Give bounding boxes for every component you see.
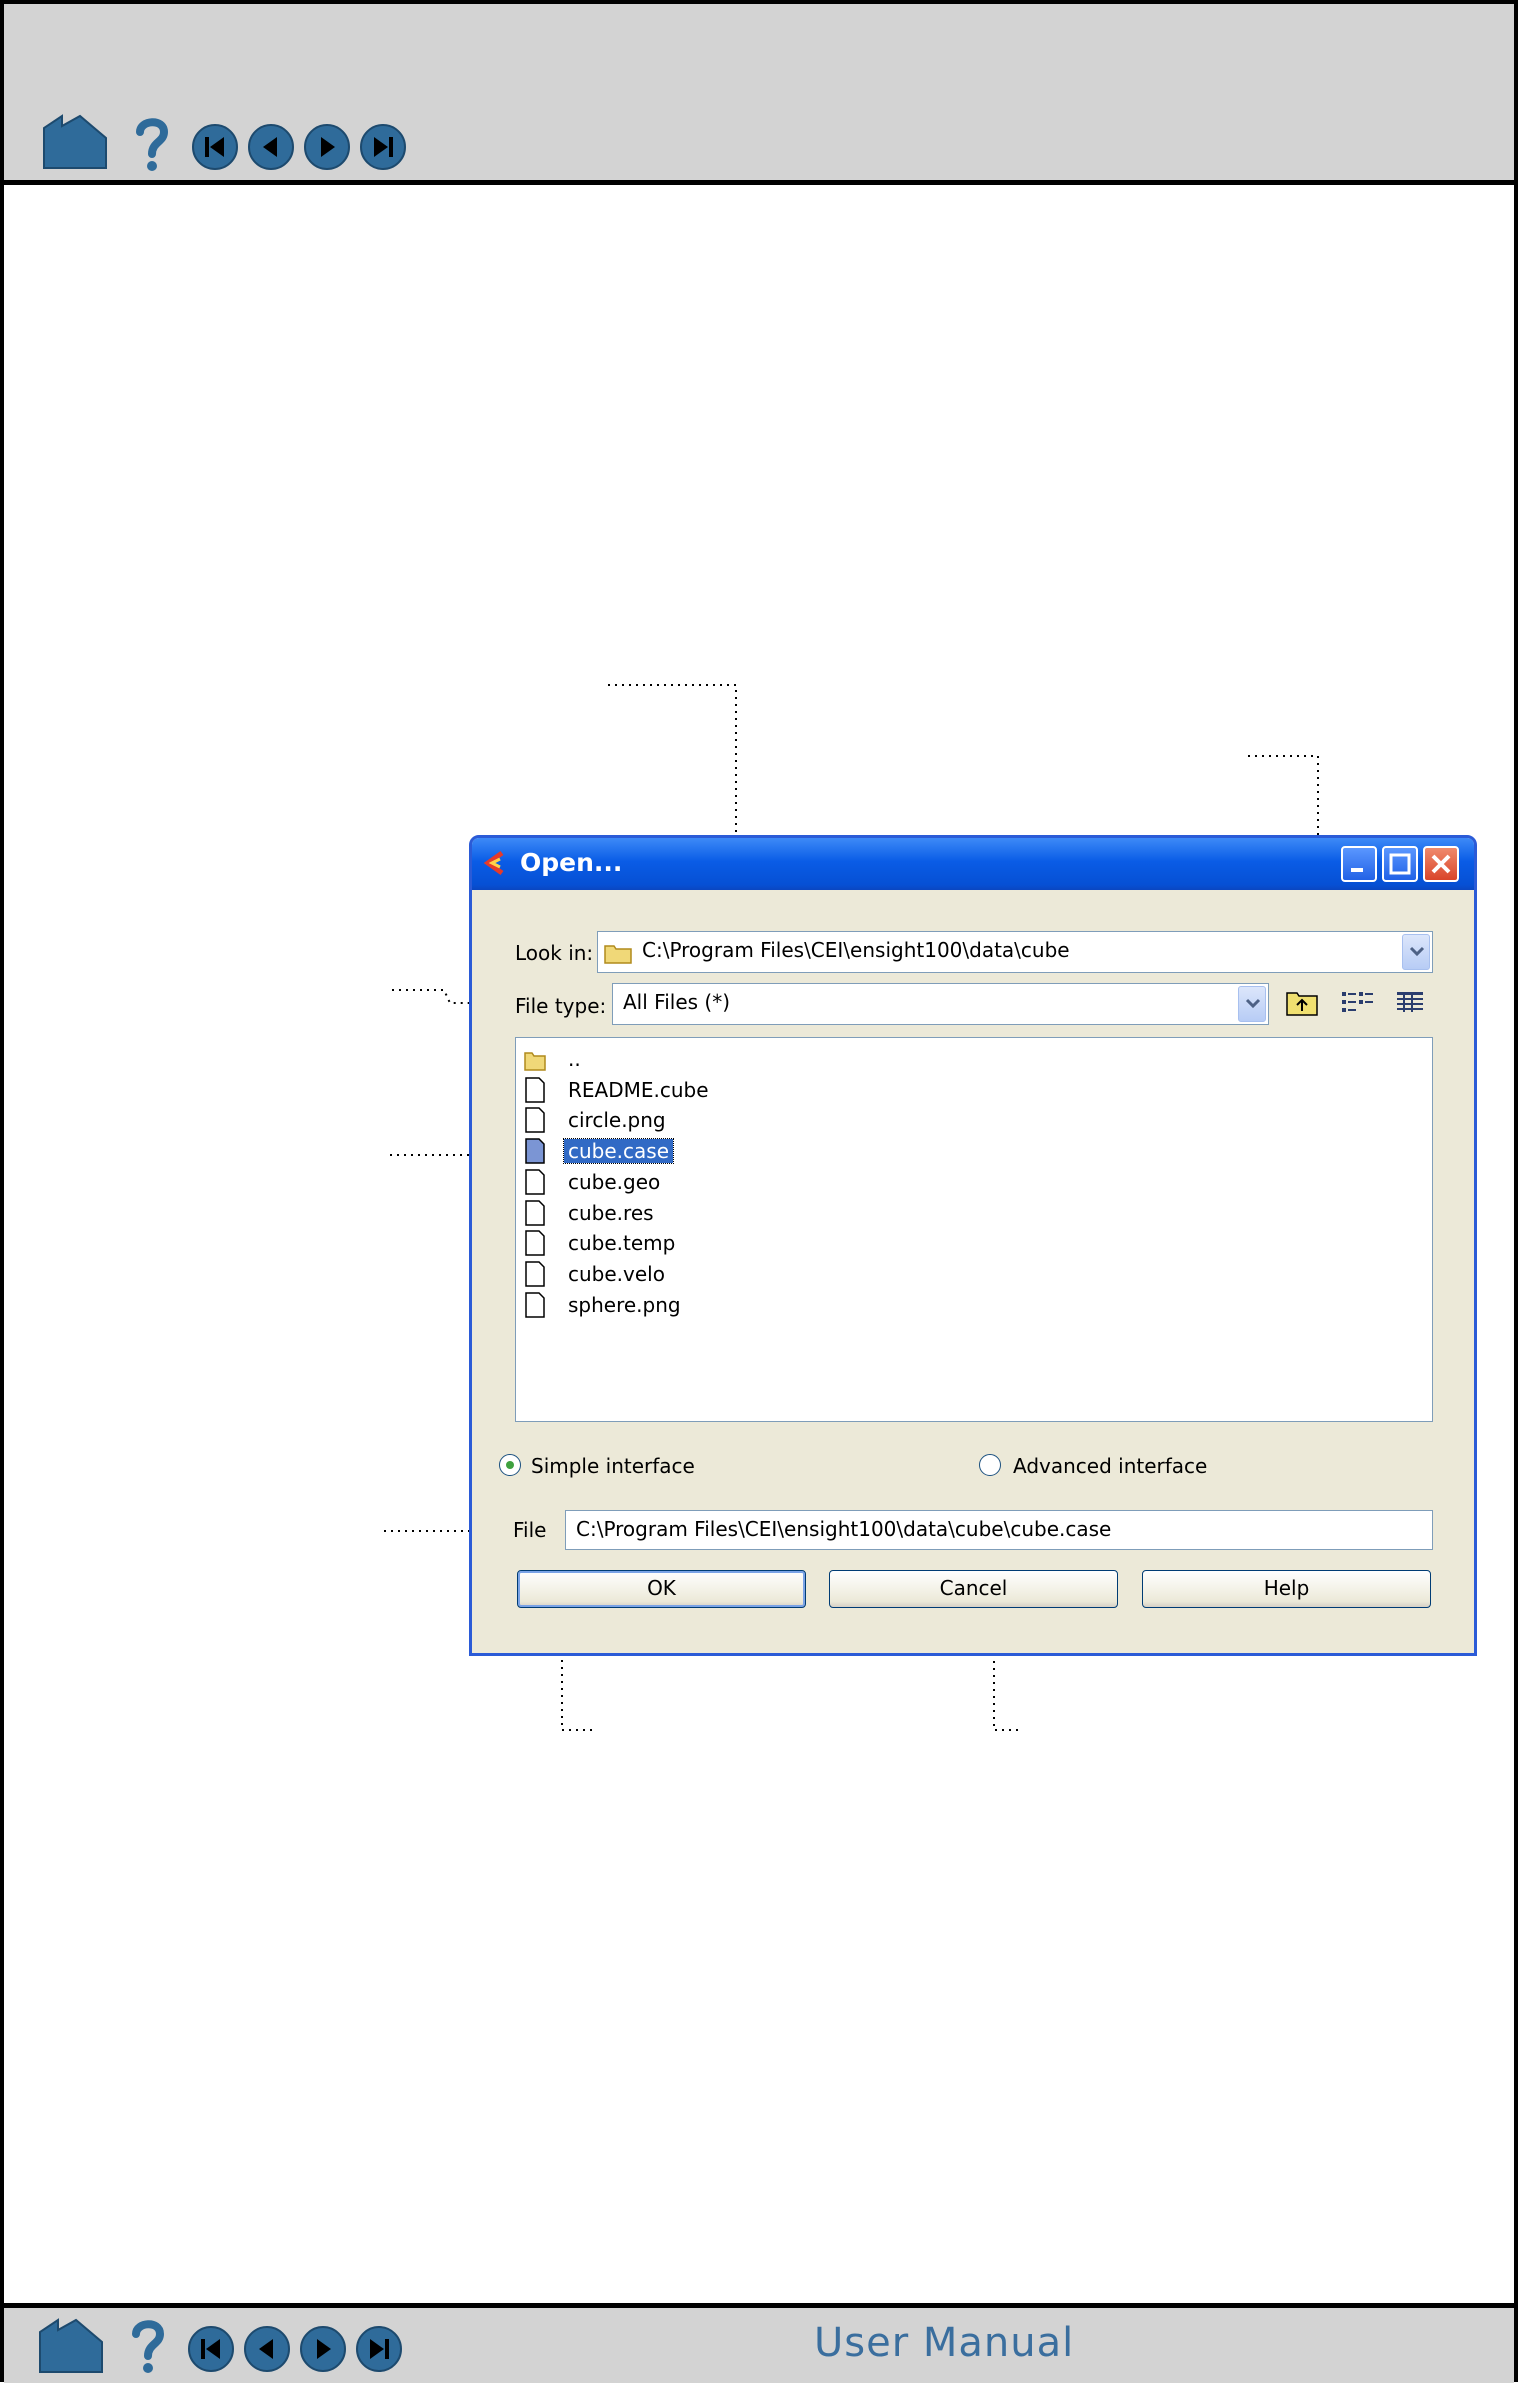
list-view-icon[interactable]: [1340, 989, 1374, 1015]
detail-view-icon[interactable]: [1394, 989, 1426, 1015]
file-name: sphere.png: [568, 1292, 681, 1317]
folder-icon: [524, 1052, 546, 1071]
maximize-button[interactable]: [1382, 846, 1418, 882]
help-icon[interactable]: [128, 2318, 168, 2374]
look-in-path: C:\Program Files\CEI\ensight100\data\cub…: [642, 938, 1070, 962]
file-type-value: All Files (*): [623, 990, 731, 1014]
file-icon: [525, 1199, 545, 1226]
file-name: circle.png: [568, 1108, 666, 1133]
file-name: cube.geo: [568, 1169, 661, 1194]
file-name: cube.case: [562, 1138, 675, 1165]
open-dialog: Open... Look in: C:\Program Files\CEI\en…: [469, 835, 1477, 1656]
close-button[interactable]: [1423, 846, 1459, 882]
file-name: cube.temp: [568, 1231, 676, 1256]
file-icon: [525, 1076, 545, 1103]
chevron-down-icon: [1409, 946, 1425, 957]
look-in-dropdown-button[interactable]: [1402, 934, 1430, 970]
up-folder-icon[interactable]: [1285, 987, 1319, 1017]
look-in-combo[interactable]: C:\Program Files\CEI\ensight100\data\cub…: [597, 931, 1433, 973]
file-type-combo[interactable]: All Files (*): [612, 983, 1269, 1025]
file-icon: [525, 1169, 545, 1195]
look-in-label: Look in:: [515, 941, 594, 965]
minimize-button[interactable]: [1341, 846, 1377, 882]
simple-interface-radio[interactable]: [499, 1454, 521, 1476]
ok-button[interactable]: OK: [517, 1570, 806, 1608]
advanced-interface-radio[interactable]: [979, 1454, 1001, 1476]
file-input[interactable]: C:\Program Files\CEI\ensight100\data\cub…: [565, 1510, 1433, 1550]
file-type-label: File type:: [515, 994, 607, 1018]
manual-title: User Manual: [814, 2320, 1075, 2366]
dialog-title: Open...: [520, 848, 623, 877]
app-logo-icon: [483, 850, 504, 876]
file-icon: [525, 1291, 545, 1318]
file-name: README.cube: [568, 1077, 709, 1102]
file-icon: [525, 1107, 545, 1134]
chevron-down-icon: [1245, 998, 1261, 1009]
previous-page-icon[interactable]: [244, 2326, 290, 2372]
file-input-value: C:\Program Files\CEI\ensight100\data\cub…: [576, 1517, 1112, 1541]
bottom-navigation-bar: User Manual: [4, 2303, 1514, 2383]
advanced-interface-label[interactable]: Advanced interface: [1013, 1454, 1207, 1478]
folder-icon: [604, 945, 632, 964]
next-page-icon[interactable]: [300, 2326, 346, 2372]
file-type-dropdown-button[interactable]: [1238, 986, 1266, 1022]
last-page-icon[interactable]: [356, 2326, 402, 2372]
file-list[interactable]: .. README.cube circle.png cube.case cube.geo…: [515, 1037, 1433, 1422]
dialog-titlebar[interactable]: Open...: [472, 838, 1474, 890]
help-button[interactable]: Help: [1142, 1570, 1431, 1608]
simple-interface-label[interactable]: Simple interface: [531, 1454, 695, 1478]
home-icon[interactable]: [36, 2318, 106, 2374]
file-name: cube.res: [568, 1200, 654, 1225]
file-icon: [525, 1230, 545, 1256]
file-icon: [525, 1138, 545, 1164]
first-page-icon[interactable]: [188, 2326, 234, 2372]
file-name: ..: [568, 1047, 581, 1071]
file-icon: [525, 1261, 545, 1287]
file-name: cube.velo: [568, 1261, 665, 1286]
file-label: File: [513, 1518, 547, 1542]
cancel-button[interactable]: Cancel: [829, 1570, 1118, 1608]
